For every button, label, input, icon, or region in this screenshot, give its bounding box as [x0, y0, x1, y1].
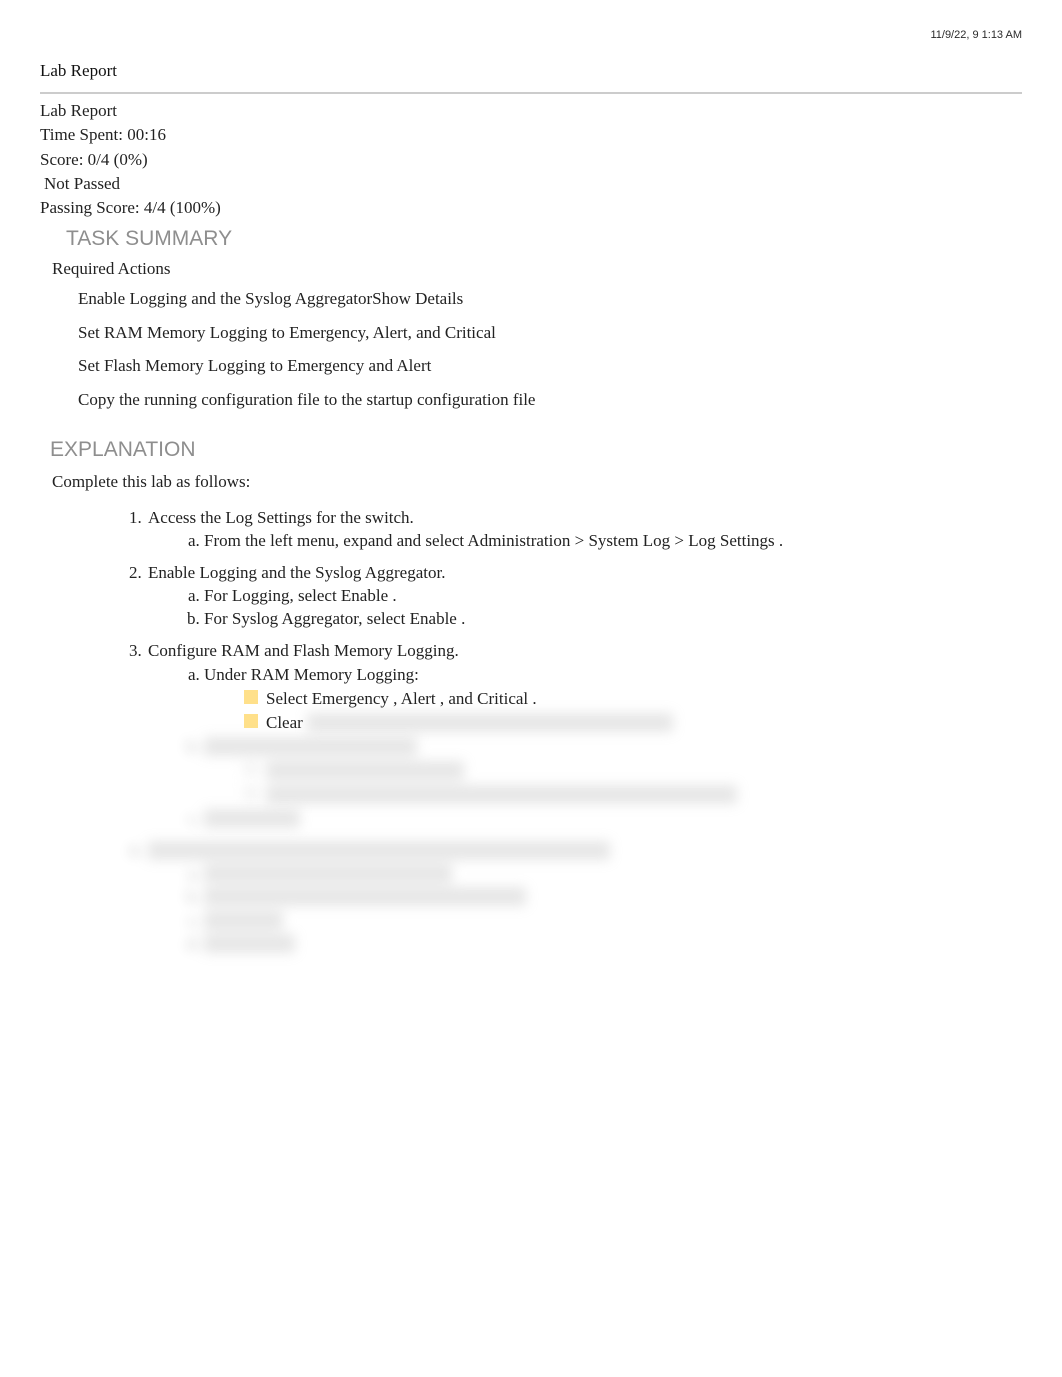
title-divider	[40, 92, 1022, 94]
substep-hidden: Select Apply .	[204, 808, 1022, 830]
step-text: Configure RAM and Flash Memory Logging.	[148, 641, 459, 660]
page-title: Lab Report	[40, 60, 1022, 82]
bullet-text: Select Emergency , Alert , and Critical …	[266, 689, 537, 708]
action-item: Copy the running configuration file to t…	[78, 385, 1022, 416]
bullet-item: Select Emergency , Alert , and Critical …	[244, 688, 1022, 710]
passing-score: Passing Score: 4/4 (100%)	[40, 197, 1022, 219]
hidden-text: Copy the running configuration file to t…	[148, 841, 610, 860]
action-item: Set Flash Memory Logging to Emergency an…	[78, 351, 1022, 382]
report-title: Lab Report	[40, 100, 1022, 122]
substep: Under RAM Memory Logging: Select Emergen…	[204, 664, 1022, 734]
show-details-link[interactable]: Show Details	[372, 289, 463, 308]
hidden-text: Clear Critical , Error , Warning , Notic…	[266, 785, 737, 804]
required-actions-heading: Required Actions	[52, 258, 1022, 280]
substep: For Logging, select Enable .	[204, 585, 1022, 607]
step-1: Access the Log Settings for the switch. …	[146, 507, 1022, 552]
square-bullet-icon	[244, 714, 258, 728]
substep-hidden: Select Done .	[204, 933, 1022, 955]
hidden-text: Error , Warning , Notice , Informational…	[307, 713, 673, 732]
substep: From the left menu, expand and select Ad…	[204, 530, 1022, 552]
substep-hidden: Under Copy/Save Configuration, select Ap…	[204, 886, 1022, 908]
status-badge: Not Passed	[44, 173, 1022, 195]
bullet-item: Clear Critical , Error , Warning , Notic…	[244, 784, 1022, 806]
meta-block: Lab Report Time Spent: 00:16 Score: 0/4 …	[40, 100, 1022, 218]
hidden-text: Select OK .	[204, 911, 283, 930]
substep-hidden: Under Flash Memory Logging: Select Emerg…	[204, 736, 1022, 806]
substep-hidden: From the top menu bar, select Save .	[204, 863, 1022, 885]
bullet-item: Clear Error , Warning , Notice , Informa…	[244, 712, 1022, 734]
substep-hidden: Select OK .	[204, 910, 1022, 932]
square-bullet-icon	[244, 762, 258, 776]
bullet-item: Select Emergency and Alert .	[244, 760, 1022, 782]
score: Score: 0/4 (0%)	[40, 149, 1022, 171]
action-text: Enable Logging and the Syslog Aggregator	[78, 289, 372, 308]
step-3: Configure RAM and Flash Memory Logging. …	[146, 640, 1022, 830]
timestamp: 11/9/22, 9 1:13 AM	[40, 28, 1022, 42]
square-bullet-icon	[244, 690, 258, 704]
hidden-text: Under Copy/Save Configuration, select Ap…	[204, 887, 526, 906]
hidden-text: From the top menu bar, select Save .	[204, 864, 452, 883]
action-item: Enable Logging and the Syslog Aggregator…	[78, 284, 1022, 315]
bullet-text-prefix: Clear	[266, 713, 307, 732]
hidden-text: Select Apply .	[204, 809, 300, 828]
step-text: Enable Logging and the Syslog Aggregator…	[148, 563, 445, 582]
step-2: Enable Logging and the Syslog Aggregator…	[146, 562, 1022, 630]
substep: For Syslog Aggregator, select Enable .	[204, 608, 1022, 630]
square-bullet-icon	[244, 786, 258, 800]
time-spent: Time Spent: 00:16	[40, 124, 1022, 146]
action-item: Set RAM Memory Logging to Emergency, Ale…	[78, 318, 1022, 349]
step-hidden: Copy the running configuration file to t…	[146, 840, 1022, 954]
steps-list: Access the Log Settings for the switch. …	[126, 507, 1022, 955]
complete-instruction: Complete this lab as follows:	[52, 471, 1022, 493]
hidden-text: Select Done .	[204, 934, 295, 953]
hidden-text: Under Flash Memory Logging:	[204, 737, 417, 756]
hidden-text: Select Emergency and Alert .	[266, 761, 464, 780]
step-text: Access the Log Settings for the switch.	[148, 508, 414, 527]
explanation-heading: EXPLANATION	[50, 436, 1022, 463]
task-summary-heading: TASK SUMMARY	[66, 225, 1022, 252]
substep-text: Under RAM Memory Logging:	[204, 665, 419, 684]
